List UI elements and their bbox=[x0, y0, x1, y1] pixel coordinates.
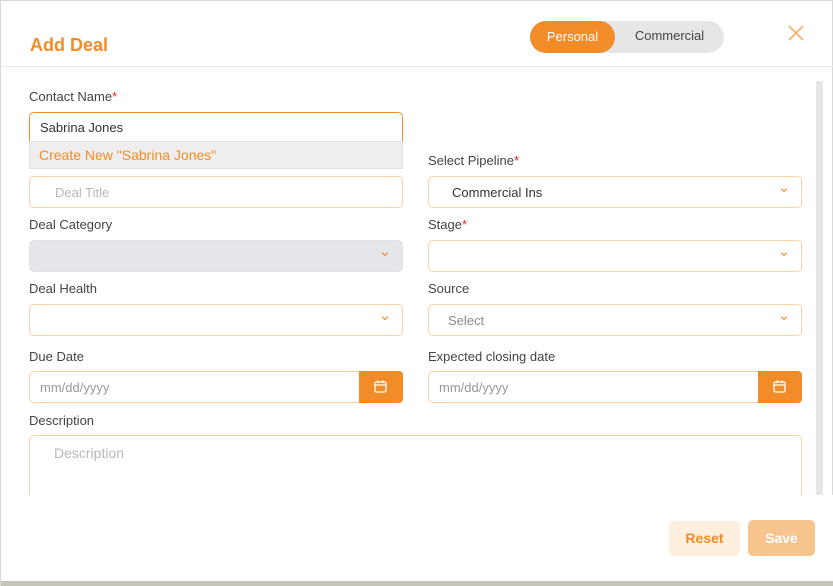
due-date-calendar-button[interactable] bbox=[359, 371, 403, 403]
closing-date-input[interactable]: mm/dd/yyyy bbox=[428, 371, 760, 403]
add-deal-modal: Add Deal Personal Commercial Contact Nam… bbox=[0, 0, 833, 586]
description-placeholder: Description bbox=[54, 445, 125, 461]
due-date-input[interactable]: mm/dd/yyyy bbox=[29, 371, 361, 403]
background-strip bbox=[1, 581, 833, 586]
calendar-icon bbox=[773, 380, 786, 393]
save-button[interactable]: Save bbox=[748, 520, 815, 556]
close-icon[interactable] bbox=[786, 23, 806, 43]
chevron-down-icon bbox=[780, 252, 788, 257]
deal-category-label: Deal Category bbox=[29, 217, 113, 232]
due-date-placeholder: mm/dd/yyyy bbox=[40, 380, 110, 395]
closing-date-calendar-button[interactable] bbox=[758, 371, 802, 403]
stage-select[interactable] bbox=[428, 240, 802, 272]
scrollbar[interactable] bbox=[816, 81, 823, 495]
pipeline-label: Select Pipeline* bbox=[428, 153, 520, 168]
deal-title-input[interactable]: Deal Title bbox=[29, 176, 403, 208]
stage-label: Stage* bbox=[428, 217, 468, 232]
contact-name-label: Contact Name* bbox=[29, 89, 118, 104]
chevron-down-icon bbox=[780, 188, 788, 193]
closing-date-placeholder: mm/dd/yyyy bbox=[439, 380, 509, 395]
reset-button[interactable]: Reset bbox=[669, 521, 740, 556]
description-label: Description bbox=[29, 413, 95, 428]
toggle-personal[interactable]: Personal bbox=[530, 21, 615, 53]
toggle-commercial[interactable]: Commercial bbox=[615, 21, 724, 53]
deal-type-toggle: Personal Commercial bbox=[530, 21, 724, 53]
deal-health-label: Deal Health bbox=[29, 281, 97, 296]
deal-title-placeholder: Deal Title bbox=[55, 185, 110, 200]
source-value: Select bbox=[448, 313, 485, 328]
pipeline-value: Commercial Ins bbox=[452, 185, 543, 200]
deal-health-select[interactable] bbox=[29, 304, 403, 336]
source-select[interactable]: Select bbox=[428, 304, 802, 336]
deal-category-select[interactable] bbox=[29, 240, 403, 272]
chevron-down-icon bbox=[381, 316, 389, 321]
create-contact-suggestion[interactable]: Create New "Sabrina Jones" bbox=[29, 141, 403, 169]
modal-header: Add Deal Personal Commercial bbox=[1, 1, 833, 67]
contact-name-input[interactable]: Sabrina Jones bbox=[29, 112, 403, 142]
modal-title: Add Deal bbox=[30, 35, 109, 55]
chevron-down-icon bbox=[381, 252, 389, 257]
chevron-down-icon bbox=[780, 316, 788, 321]
pipeline-select[interactable]: Commercial Ins bbox=[428, 176, 802, 208]
due-date-label: Due Date bbox=[29, 349, 84, 364]
source-label: Source bbox=[428, 281, 470, 296]
calendar-icon bbox=[374, 380, 387, 393]
closing-date-label: Expected closing date bbox=[428, 349, 556, 364]
contact-name-value: Sabrina Jones bbox=[40, 120, 124, 135]
